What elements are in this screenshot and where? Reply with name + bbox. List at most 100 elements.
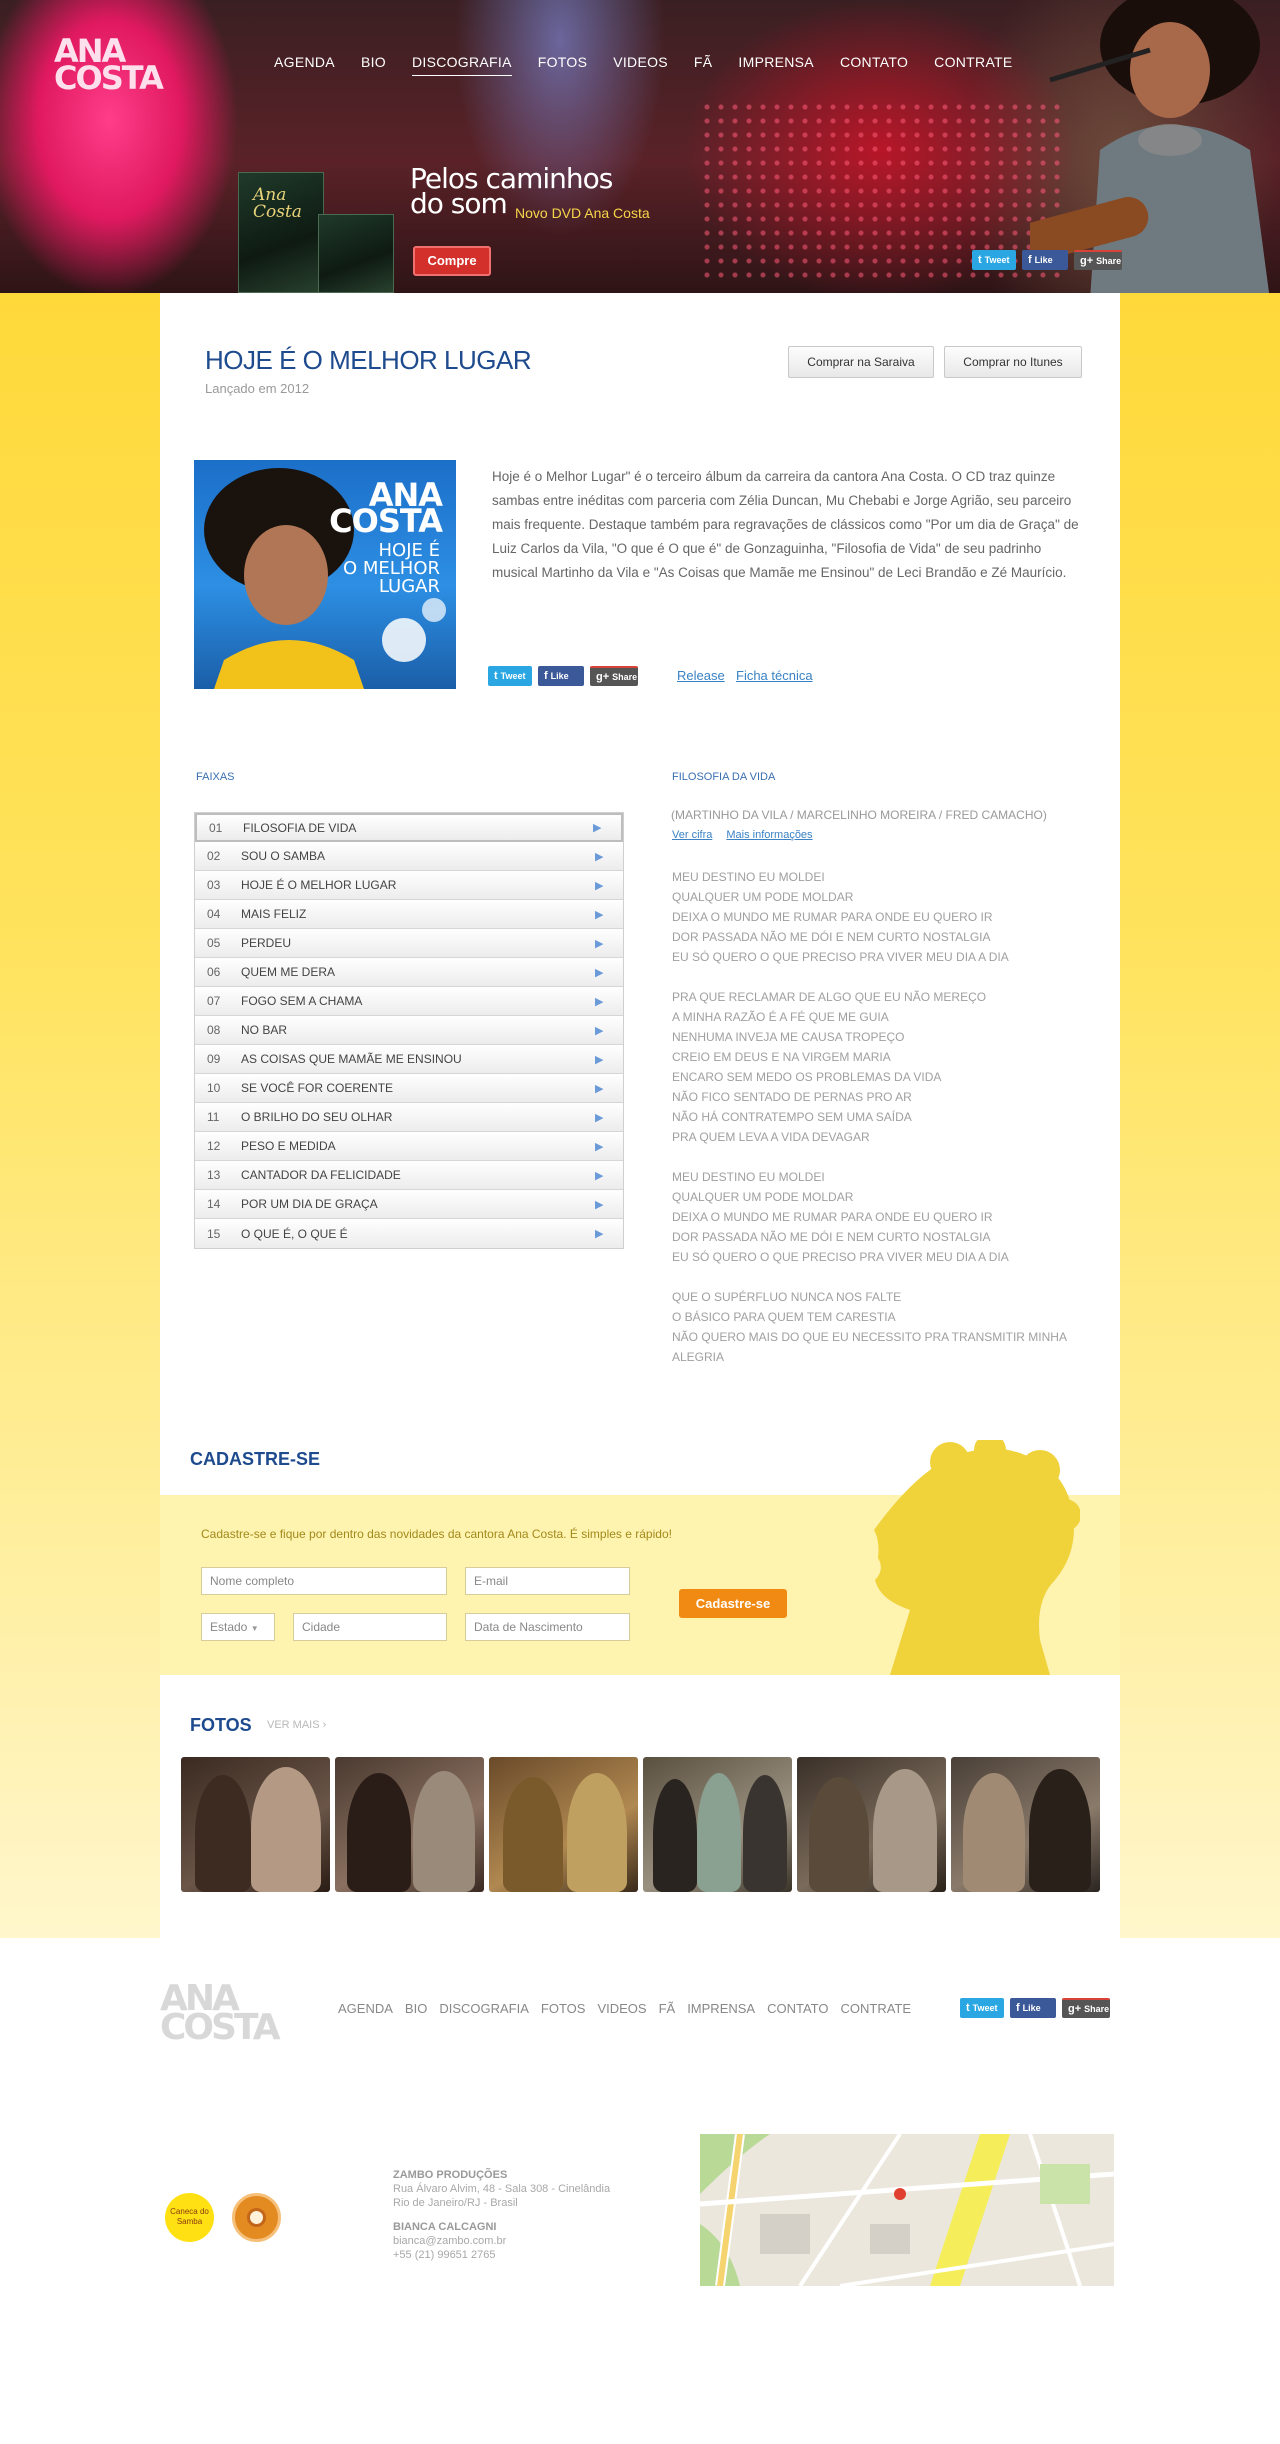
chevron-right-icon: › [322,1719,327,1731]
track-row[interactable]: 05 PERDEU ▶ [195,929,623,958]
see-more-link[interactable]: VER MAIS › [267,1719,326,1731]
cover-artist-name: ANA COSTA [329,476,443,540]
buy-itunes-button[interactable]: Comprar no Itunes [944,346,1082,378]
play-icon[interactable]: ▶ [595,1053,623,1066]
state-select[interactable]: Estado ▼ [201,1613,275,1641]
track-row[interactable]: 07 FOGO SEM A CHAMA ▶ [195,987,623,1016]
main-content: HOJE É O MELHOR LUGAR Lançado em 2012 Co… [160,293,1120,1938]
album-like-button[interactable]: f Like [538,666,584,686]
signup-submit-button[interactable]: Cadastre-se [679,1589,787,1618]
track-row[interactable]: 01 FILOSOFIA DE VIDA ▶ [195,813,623,842]
track-row[interactable]: 04 MAIS FELIZ ▶ [195,900,623,929]
play-icon[interactable]: ▶ [595,879,623,892]
chevron-down-icon: ▼ [250,1624,259,1633]
nav-bio[interactable]: BIO [361,54,386,76]
play-icon[interactable]: ▶ [595,1024,623,1037]
lyrics-links: Ver cifra Mais informações [672,829,813,841]
track-row[interactable]: 15 O QUE É, O QUE É ▶ [195,1219,623,1248]
footer-logo[interactable]: ANA COSTA [160,1981,300,2046]
lyrics-stanza: MEU DESTINO EU MOLDEI QUALQUER UM PODE MO… [672,1170,1009,1264]
album-tweet-button[interactable]: t Tweet [488,666,532,686]
play-icon[interactable]: ▶ [595,937,623,950]
city-field[interactable]: Cidade [293,1613,447,1641]
footer-nav-imprensa[interactable]: IMPRENSA [687,2001,755,2016]
caneca-do-samba-logo[interactable]: Caneca do Samba [165,2193,214,2242]
gallery-photo[interactable] [797,1757,946,1892]
partner-logo[interactable] [232,2193,281,2242]
play-icon[interactable]: ▶ [595,1082,623,1095]
track-row[interactable]: 11 O BRILHO DO SEU OLHAR ▶ [195,1103,623,1132]
play-icon[interactable]: ▶ [595,1169,623,1182]
dvd-cover-back[interactable] [318,214,394,293]
like-button[interactable]: f Like [1022,250,1068,270]
lyrics-credit: (MARTINHO DA VILA / MARCELINHO MOREIRA /… [671,808,1047,822]
nav-contato[interactable]: CONTATO [840,54,908,76]
footer-gplus-button[interactable]: g+ Share [1062,1998,1110,2018]
nav-discografia[interactable]: DISCOGRAFIA [411,54,512,76]
twitter-icon: t [494,670,498,682]
play-icon[interactable]: ▶ [595,1198,623,1211]
ficha-tecnica-link[interactable]: Ficha técnica [736,668,813,683]
footer-tweet-button[interactable]: t Tweet [960,1998,1004,2018]
footer-nav-fa[interactable]: FÃ [659,2001,676,2016]
lyrics-stanza: PRA QUE RECLAMAR DE ALGO QUE EU NÃO MERE… [672,990,987,1144]
gallery-photo[interactable] [951,1757,1100,1892]
tweet-button[interactable]: t Tweet [972,250,1016,270]
twitter-icon: t [966,2002,970,2014]
footer-nav-fotos[interactable]: FOTOS [541,2001,586,2016]
play-icon[interactable]: ▶ [595,966,623,979]
nav-agenda[interactable]: AGENDA [274,54,335,76]
footer-nav-videos[interactable]: VIDEOS [597,2001,646,2016]
email-field[interactable]: E-mail [465,1567,630,1595]
gallery-photo[interactable] [181,1757,330,1892]
birthdate-field[interactable]: Data de Nascimento [465,1613,630,1641]
album-cover: ANA COSTA HOJE É O MELHOR LUGAR [194,460,456,689]
play-icon[interactable]: ▶ [593,821,621,834]
gallery-photo[interactable] [335,1757,484,1892]
track-row[interactable]: 09 AS COISAS QUE MAMÃE ME ENSINOU ▶ [195,1045,623,1074]
silhouette-image [874,1440,1080,1675]
facebook-icon: f [544,670,548,682]
nav-videos[interactable]: VIDEOS [613,54,668,76]
gplus-share-button[interactable]: g+ Share [1074,250,1122,270]
release-link[interactable]: Release [677,668,725,683]
footer-nav-agenda[interactable]: AGENDA [338,2001,393,2016]
mais-informacoes-link[interactable]: Mais informações [726,829,812,841]
play-icon[interactable]: ▶ [595,1227,623,1240]
nav-imprensa[interactable]: IMPRENSA [738,54,814,76]
ver-cifra-link[interactable]: Ver cifra [672,829,712,841]
track-row[interactable]: 14 POR UM DIA DE GRAÇA ▶ [195,1190,623,1219]
footer-nav-contato[interactable]: CONTATO [767,2001,828,2016]
play-icon[interactable]: ▶ [595,995,623,1008]
gallery-photo[interactable] [489,1757,638,1892]
track-row[interactable]: 06 QUEM ME DERA ▶ [195,958,623,987]
track-row[interactable]: 13 CANTADOR DA FELICIDADE ▶ [195,1161,623,1190]
footer-nav-contrate[interactable]: CONTRATE [840,2001,911,2016]
track-row[interactable]: 02 SOU O SAMBA ▶ [195,842,623,871]
gallery-photo[interactable] [643,1757,792,1892]
album-gplus-button[interactable]: g+ Share [590,666,638,686]
track-row[interactable]: 12 PESO E MEDIDA ▶ [195,1132,623,1161]
play-icon[interactable]: ▶ [595,1140,623,1153]
track-row[interactable]: 03 HOJE É O MELHOR LUGAR ▶ [195,871,623,900]
buy-saraiva-button[interactable]: Comprar na Saraiva [788,346,934,378]
track-row[interactable]: 08 NO BAR ▶ [195,1016,623,1045]
location-map[interactable] [700,2134,1114,2286]
dvd-cover-front[interactable]: Ana Costa [238,172,324,293]
nav-contrate[interactable]: CONTRATE [934,54,1012,76]
footer-nav-bio[interactable]: BIO [405,2001,427,2016]
play-icon[interactable]: ▶ [595,850,623,863]
play-icon[interactable]: ▶ [595,908,623,921]
facebook-icon: f [1016,2002,1020,2014]
nav-fa[interactable]: FÃ [694,54,713,76]
site-logo[interactable]: ANA COSTA [54,35,174,94]
signup-text: Cadastre-se e fique por dentro das novid… [201,1527,672,1541]
play-icon[interactable]: ▶ [595,1111,623,1124]
photo-gallery [181,1757,1100,1892]
buy-dvd-button[interactable]: Compre [413,246,491,276]
footer-like-button[interactable]: f Like [1010,1998,1056,2018]
nav-fotos[interactable]: FOTOS [538,54,587,76]
name-field[interactable]: Nome completo [201,1567,447,1595]
track-row[interactable]: 10 SE VOCÊ FOR COERENTE ▶ [195,1074,623,1103]
footer-nav-discografia[interactable]: DISCOGRAFIA [439,2001,529,2016]
